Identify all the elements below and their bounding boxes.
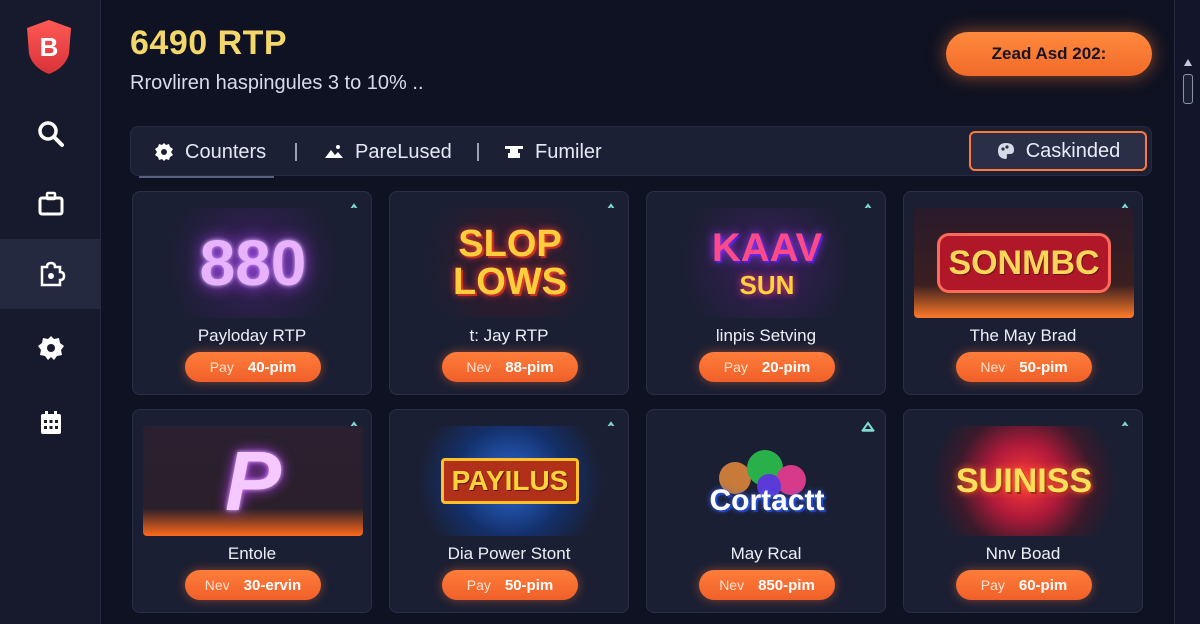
game-art: 880 <box>143 208 363 318</box>
play-pill[interactable]: Nev 30-ervin <box>185 570 321 600</box>
game-art-text: SUINISS <box>955 462 1093 500</box>
filter-bar: Counters PareLused Fumiler Caskinded <box>130 126 1152 178</box>
game-art-text: LOWS <box>453 261 567 303</box>
game-card[interactable]: Cortactt May Rcal Nev 850-pim <box>646 409 886 613</box>
briefcase-icon <box>38 191 63 216</box>
game-card[interactable]: SLOP LOWS t: Jay RTP Nev 88-pim <box>389 191 629 395</box>
game-name: t: Jay RTP <box>469 326 549 345</box>
game-art-text: SLOP <box>458 223 562 265</box>
pill-tag: Pay <box>980 577 1005 593</box>
tab-divider <box>295 143 297 161</box>
tab-divider <box>477 143 479 161</box>
pill-value: 50-pim <box>1019 358 1068 376</box>
sidebar-item-briefcase[interactable] <box>0 169 101 239</box>
pill-tag: Pay <box>209 359 234 375</box>
search-icon <box>37 121 64 147</box>
sidebar-item-puzzle[interactable] <box>0 239 101 309</box>
game-card[interactable]: P Entole Nev 30-ervin <box>132 409 372 613</box>
game-art: SUINISS <box>914 426 1134 536</box>
landscape-icon <box>325 145 343 158</box>
shield-logo-icon[interactable]: B <box>25 18 73 76</box>
play-pill[interactable]: Nev 88-pim <box>442 352 578 382</box>
anvil-icon <box>505 146 523 158</box>
pill-tag: Nev <box>204 577 230 593</box>
game-art: Cortactt <box>657 426 877 536</box>
pill-value: 850-pim <box>758 576 815 594</box>
page-title: 6490 RTP <box>130 24 288 62</box>
game-art: SLOP LOWS <box>400 208 620 318</box>
pill-value: 60-pim <box>1018 576 1068 594</box>
caskinded-button[interactable]: Caskinded <box>969 131 1147 171</box>
game-art-text: SONMBC <box>937 233 1111 293</box>
pill-value: 30-ervin <box>243 576 302 594</box>
filter-button-label: Caskinded <box>1025 139 1121 162</box>
scroll-thumb[interactable] <box>1183 74 1193 104</box>
sidebar-item-calendar[interactable] <box>0 388 101 458</box>
pill-tag: Pay <box>466 577 491 593</box>
scrollbar[interactable] <box>1174 0 1200 624</box>
sidebar-item-search[interactable] <box>0 99 101 169</box>
pill-tag: Pay <box>723 359 748 375</box>
game-art: KAAV SUN <box>657 208 877 318</box>
game-art: P <box>143 426 363 536</box>
puzzle-icon <box>40 261 65 287</box>
gear-icon <box>37 336 64 360</box>
game-art: SONMBC <box>914 208 1134 318</box>
game-name: linpis Setving <box>715 326 817 345</box>
pill-value: 20-pim <box>761 358 811 376</box>
game-card[interactable]: PAYILUS Dia Power Stont Pay 50-pim <box>389 409 629 613</box>
game-art-text: KAAV <box>711 226 823 270</box>
game-name: Dia Power Stont <box>447 544 571 563</box>
game-art-text: P <box>224 434 282 528</box>
pill-tag: Nev <box>719 577 745 593</box>
pill-tag: Nev <box>980 359 1006 375</box>
pill-value: 88-pim <box>505 358 554 376</box>
sidebar-item-settings[interactable] <box>0 313 101 383</box>
game-art: PAYILUS <box>400 426 620 536</box>
page-subtitle: Rrovliren haspingules 3 to 10% .. <box>130 72 424 94</box>
game-name: Entole <box>227 544 277 563</box>
game-card[interactable]: SONMBC The May Brad Nev 50-pim <box>903 191 1143 395</box>
sidebar: B <box>0 0 101 624</box>
pill-value: 40-pim <box>247 358 297 376</box>
play-pill[interactable]: Nev 50-pim <box>956 352 1092 382</box>
svg-text:B: B <box>40 32 59 62</box>
pill-tag: Nev <box>466 359 492 375</box>
scroll-up-icon[interactable] <box>1183 58 1193 68</box>
tab-parelused[interactable]: PareLused <box>323 127 452 177</box>
game-card[interactable]: 880 Payloday RTP Pay 40-pim <box>132 191 372 395</box>
game-art-text: Cortactt <box>709 484 825 517</box>
tab-label: PareLused <box>355 140 452 163</box>
palette-icon <box>997 143 1014 159</box>
cta-button[interactable]: Zead Asd 202: <box>946 32 1152 76</box>
play-pill[interactable]: Pay 20-pim <box>699 352 835 382</box>
play-pill[interactable]: Nev 850-pim <box>699 570 835 600</box>
game-name: The May Brad <box>969 326 1077 345</box>
game-art-text: SUN <box>739 270 795 300</box>
game-name: Payloday RTP <box>197 326 307 345</box>
pill-value: 50-pim <box>504 576 554 594</box>
play-pill[interactable]: Pay 50-pim <box>442 570 578 600</box>
play-pill[interactable]: Pay 40-pim <box>185 352 321 382</box>
game-art-text: 880 <box>199 227 307 299</box>
game-name: May Rcal <box>730 544 802 563</box>
game-card[interactable]: SUINISS Nnv Boad Pay 60-pim <box>903 409 1143 613</box>
tab-fumiler[interactable]: Fumiler <box>503 127 602 177</box>
play-pill[interactable]: Pay 60-pim <box>956 570 1092 600</box>
gear-icon <box>155 143 173 161</box>
game-art-text: PAYILUS <box>440 458 580 504</box>
calendar-icon <box>40 411 61 434</box>
tab-counters[interactable]: Counters <box>138 127 275 178</box>
tab-label: Counters <box>185 140 267 163</box>
game-name: Nnv Boad <box>985 544 1061 563</box>
game-card[interactable]: KAAV SUN linpis Setving Pay 20-pim <box>646 191 886 395</box>
tab-label: Fumiler <box>535 140 602 163</box>
